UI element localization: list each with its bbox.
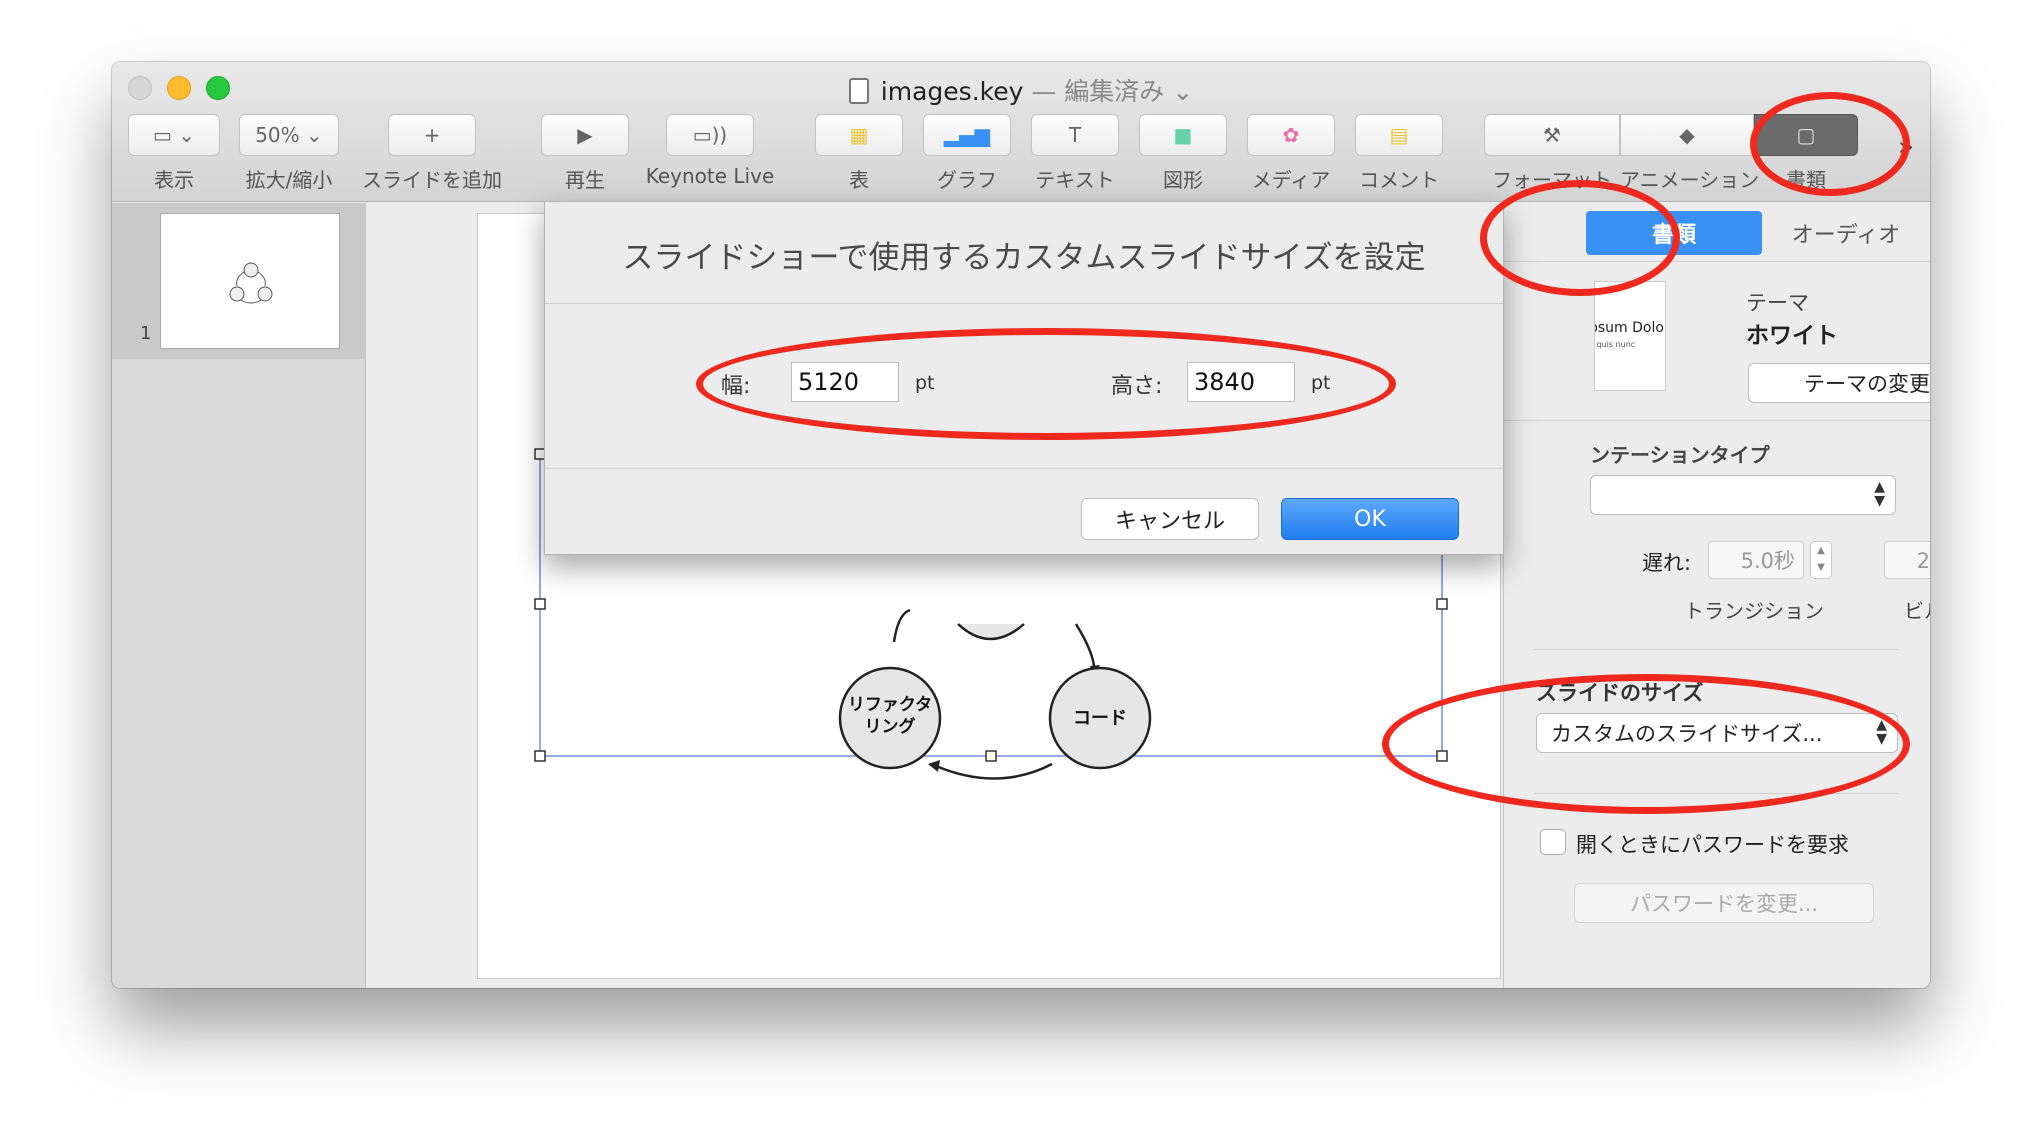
- popup-arrows-icon: ▲ ▼: [1874, 479, 1885, 509]
- change-password-button[interactable]: パスワードを変更...: [1574, 883, 1874, 923]
- play-label: 再生: [565, 168, 605, 192]
- shape-icon: ■: [1139, 114, 1227, 156]
- build-label: ビルド: [1904, 599, 1930, 623]
- transition-delay-field[interactable]: 5.0秒: [1708, 541, 1804, 579]
- zoom-tool[interactable]: 50% ⌄ 拡大/縮小: [234, 114, 344, 193]
- keynote-document-icon: [848, 78, 869, 104]
- diamond-icon: ◆: [1620, 114, 1754, 156]
- node-refactoring-label-2: リング: [865, 716, 916, 737]
- node-refactoring-label-1: リファクタ: [848, 695, 932, 715]
- window-title: images.key — 編集済み ⌄: [112, 72, 1930, 108]
- keynote-live-icon: ▭)): [666, 114, 754, 156]
- keynote-live-tool[interactable]: ▭)) Keynote Live: [636, 114, 784, 188]
- media-label: メディア: [1251, 168, 1331, 192]
- annotation-slide-size: [1382, 674, 1910, 814]
- change-theme-button[interactable]: テーマの変更: [1748, 363, 1930, 403]
- toolbar: images.key — 編集済み ⌄ ▭ ⌄ 表示 50% ⌄ 拡大/縮小 +…: [112, 62, 1930, 202]
- resize-handle[interactable]: [534, 750, 546, 762]
- comment-icon: ▤: [1355, 114, 1443, 156]
- divider: [1534, 649, 1898, 650]
- cancel-button[interactable]: キャンセル: [1081, 498, 1259, 540]
- keynote-live-label: Keynote Live: [645, 164, 775, 188]
- arrow-bottom: [935, 762, 1053, 780]
- comment-label: コメント: [1359, 168, 1439, 192]
- animate-tool[interactable]: ◆ アニメーション: [1620, 114, 1760, 193]
- add-slide-label: スライドを追加: [362, 168, 502, 192]
- presentation-type-popup[interactable]: ▲ ▼: [1590, 475, 1896, 515]
- annotation-size-fields: [696, 328, 1396, 440]
- top-node-partial: [957, 623, 1025, 641]
- require-password-checkbox[interactable]: [1540, 829, 1566, 855]
- table-label: 表: [849, 168, 869, 192]
- play-icon: ▶: [541, 114, 629, 156]
- annotation-document-tab: [1480, 180, 1680, 296]
- arrow-bottom-head: [928, 760, 940, 772]
- resize-handle[interactable]: [1436, 598, 1448, 610]
- table-icon: ▦: [815, 114, 903, 156]
- resize-handle[interactable]: [534, 598, 546, 610]
- divider: [1504, 420, 1930, 421]
- view-tool[interactable]: ▭ ⌄ 表示: [126, 114, 222, 193]
- paintbrush-icon: ⚒: [1484, 114, 1620, 156]
- transition-label: トランジション: [1684, 599, 1824, 623]
- build-delay-field[interactable]: 2.0秒: [1884, 541, 1930, 579]
- theme-heading: テーマ: [1746, 291, 1809, 315]
- view-label: 表示: [154, 168, 194, 192]
- text-label: テキスト: [1035, 168, 1115, 192]
- delay-label: 遅れ:: [1642, 551, 1692, 575]
- plus-icon: +: [388, 114, 476, 156]
- annotation-document-tool: [1750, 92, 1910, 196]
- zoom-popup: 50% ⌄: [239, 114, 339, 156]
- resize-handle[interactable]: [985, 750, 997, 762]
- document-inspector: 書類 オーディオ psum Dolor e quis nunc テーマ ホワイト…: [1503, 203, 1930, 988]
- theme-name: ホワイト: [1746, 323, 1838, 349]
- add-slide-tool[interactable]: + スライドを追加: [358, 114, 506, 193]
- require-password-label: 開くときにパスワードを要求: [1576, 833, 1849, 857]
- slide-navigator: 1: [112, 203, 366, 988]
- arrow-left: [892, 608, 911, 643]
- chart-tool[interactable]: ▂▄▆ グラフ: [922, 114, 1012, 193]
- text-icon: T: [1031, 114, 1119, 156]
- node-code-label: コード: [1073, 708, 1127, 729]
- keynote-window: images.key — 編集済み ⌄ ▭ ⌄ 表示 50% ⌄ 拡大/縮小 +…: [112, 62, 1930, 988]
- tab-audio[interactable]: オーディオ: [1766, 211, 1926, 255]
- view-icon: ▭ ⌄: [128, 114, 220, 156]
- comment-tool[interactable]: ▤ コメント: [1354, 114, 1444, 193]
- animate-label: アニメーション: [1620, 168, 1760, 192]
- table-tool[interactable]: ▦ 表: [814, 114, 904, 193]
- slide-thumbnail[interactable]: [160, 213, 340, 349]
- play-tool[interactable]: ▶ 再生: [540, 114, 630, 193]
- theme-preview[interactable]: psum Dolor e quis nunc: [1594, 281, 1666, 391]
- ok-button[interactable]: OK: [1281, 498, 1459, 540]
- presentation-type-heading: ンテーションタイプ: [1590, 443, 1770, 467]
- divider: [545, 468, 1503, 469]
- dialog-title: スライドショーで使用するカスタムスライドサイズを設定: [622, 240, 1426, 276]
- arrow-right: [1074, 623, 1096, 667]
- thumbnail-diagram: [229, 262, 273, 304]
- slide-number: 1: [140, 323, 152, 344]
- zoom-label: 拡大/縮小: [245, 168, 333, 192]
- divider: [545, 303, 1503, 304]
- shape-tool[interactable]: ■ 図形: [1138, 114, 1228, 193]
- theme-preview-subtitle: e quis nunc: [1595, 340, 1636, 349]
- media-tool[interactable]: ✿ メディア: [1246, 114, 1336, 193]
- chart-icon: ▂▄▆: [923, 114, 1011, 156]
- theme-preview-title: psum Dolor: [1595, 320, 1666, 336]
- chart-label: グラフ: [937, 168, 997, 192]
- transition-delay-stepper[interactable]: ▲ ▼: [1810, 541, 1832, 579]
- slide-thumbnail-row[interactable]: 1: [112, 203, 366, 359]
- photos-icon: ✿: [1247, 114, 1335, 156]
- text-tool[interactable]: T テキスト: [1030, 114, 1120, 193]
- shape-label: 図形: [1163, 168, 1203, 192]
